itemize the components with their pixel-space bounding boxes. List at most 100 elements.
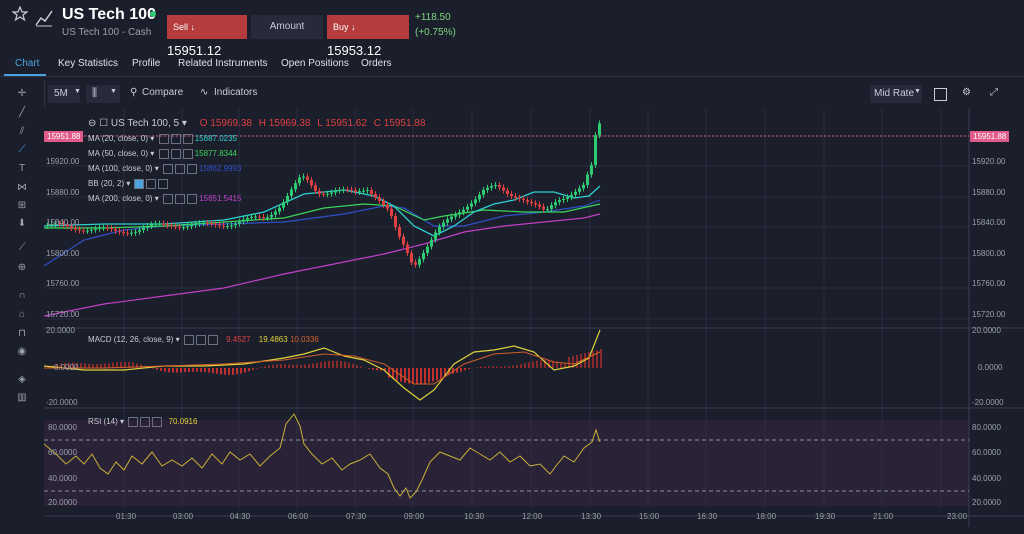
chevron-down-icon: ▼ xyxy=(74,88,81,95)
price-marker-right: 15951.88 xyxy=(970,131,1010,142)
down-arrow-icon: ↓ xyxy=(351,22,356,32)
square-icon: ☐ xyxy=(99,118,109,129)
x-label: 09:00 xyxy=(404,512,425,521)
shape-tool-icon[interactable]: ⋈ xyxy=(16,182,28,194)
tab-related-instruments[interactable]: Related Instruments xyxy=(178,58,268,69)
interval-select[interactable]: 5M ▼ xyxy=(48,85,81,103)
legend-bb[interactable]: BB (20, 2) ▾ xyxy=(88,179,169,189)
macd-y-label-left: -20.0000 xyxy=(46,398,78,407)
ruler-icon[interactable]: ⟋ xyxy=(16,242,28,254)
crosshair-icon[interactable]: ✛ xyxy=(16,88,28,100)
legend-high: H 15969.38 xyxy=(258,118,311,129)
pattern-tool-icon[interactable]: ⟋ xyxy=(16,144,28,156)
y-label-left: 15880.00 xyxy=(46,188,80,197)
sell-label: Sell xyxy=(173,22,189,32)
x-label: 15:00 xyxy=(639,512,660,521)
macd-y-label-right: -20.0000 xyxy=(972,398,1004,407)
lock-drawing-icon[interactable]: ⌂ xyxy=(16,309,28,321)
macd-y-label-right: 20.0000 xyxy=(972,326,1001,335)
macd-value-3: 10.0336 xyxy=(289,335,319,345)
trash-icon[interactable]: ▥ xyxy=(16,392,28,404)
rsi-label: RSI (14) xyxy=(88,417,118,427)
ma200-label: MA (200, close, 0) xyxy=(88,194,153,204)
tab-open-positions[interactable]: Open Positions xyxy=(281,58,349,69)
x-label: 13:30 xyxy=(581,512,602,521)
measure-tool-icon[interactable]: ⊞ xyxy=(16,200,28,212)
indicators-button[interactable]: Indicators xyxy=(214,87,257,98)
x-label: 21:00 xyxy=(873,512,894,521)
magnet-icon[interactable]: ∩ xyxy=(16,290,28,302)
ma100-value: 15862.9993 xyxy=(199,164,242,174)
legend-ma200[interactable]: MA (200, close, 0) ▾ 15851.5415 xyxy=(88,194,241,204)
macd-y-label-left: 0.0000 xyxy=(54,363,79,372)
trend-line-icon[interactable]: ╱ xyxy=(16,107,28,119)
fullscreen-icon[interactable]: ⤢ xyxy=(990,87,998,98)
legend-symbol[interactable]: US Tech 100, 5 xyxy=(111,118,179,129)
tab-key-statistics[interactable]: Key Statistics xyxy=(58,58,118,69)
layers-icon[interactable]: ◈ xyxy=(16,374,28,386)
instrument-header: US Tech 100 US Tech 100 - Cash Sell ↓ 15… xyxy=(0,0,1024,58)
zoom-icon[interactable]: ⊕ xyxy=(16,262,28,274)
screenshot-icon[interactable] xyxy=(934,88,947,101)
text-tool-icon[interactable]: T xyxy=(16,163,28,175)
y-label-left: 15720.00 xyxy=(46,310,80,319)
unlock-icon[interactable]: ⊓ xyxy=(16,328,28,340)
chart-type-select[interactable]: ⫼ ▼ xyxy=(86,85,120,103)
ma200-value: 15851.5415 xyxy=(199,194,242,204)
rsi-y-label-right: 60.0000 xyxy=(972,448,1001,457)
chevron-down-icon: ▼ xyxy=(110,88,117,95)
y-label-right: 15840.00 xyxy=(972,218,1006,227)
y-label-left: 15760.00 xyxy=(46,279,80,288)
fib-tool-icon[interactable]: ⫽ xyxy=(16,126,28,138)
y-label-right: 15880.00 xyxy=(972,188,1006,197)
legend-ma100[interactable]: MA (100, close, 0) ▾ 15862.9993 xyxy=(88,164,241,174)
legend-macd[interactable]: MACD (12, 26, close, 9) ▾ 9.4527 19.4863… xyxy=(88,335,319,345)
tab-profile[interactable]: Profile xyxy=(132,58,160,69)
macd-value-1: 9.4527 xyxy=(226,335,251,345)
market-open-indicator xyxy=(150,11,156,17)
macd-y-label-left: 20.0000 xyxy=(46,326,75,335)
sell-button[interactable]: Sell ↓ 15951.12 xyxy=(167,15,247,58)
ma50-value: 15877.8344 xyxy=(194,149,237,159)
price-marker-left: 15951.88 xyxy=(44,131,84,142)
arrow-down-icon[interactable]: ⬇ xyxy=(16,218,28,230)
chart-area[interactable]: ⊖ ☐ US Tech 100, 5 ▾ O 15969.38 H 15969.… xyxy=(44,108,1024,534)
chevron-down-icon: ▼ xyxy=(914,88,921,95)
chart-toolbar: 5M ▼ ⫼ ▼ ⚲ Compare ∿ Indicators Mid Rate… xyxy=(44,84,1024,106)
rsi-y-label-left: 80.0000 xyxy=(48,423,77,432)
collapse-icon[interactable]: ⊖ xyxy=(88,118,96,129)
x-label: 01:30 xyxy=(116,512,137,521)
gear-icon[interactable]: ⚙ xyxy=(962,87,971,98)
tab-bar: Chart Key Statistics Profile Related Ins… xyxy=(0,52,1024,77)
star-icon[interactable] xyxy=(12,6,28,22)
legend-ma50[interactable]: MA (50, close, 0) ▾ 15877.8344 xyxy=(88,149,237,159)
y-label-right: 15800.00 xyxy=(972,249,1006,258)
x-label: 04:30 xyxy=(230,512,251,521)
rsi-y-label-right: 40.0000 xyxy=(972,474,1001,483)
x-label: 12:00 xyxy=(522,512,543,521)
legend-close: C 15951.88 xyxy=(373,118,426,129)
macd-value-2: 19.4863 xyxy=(258,335,288,345)
buy-button[interactable]: Buy ↓ 15953.12 xyxy=(327,15,409,58)
buy-label: Buy xyxy=(333,22,349,32)
compare-icon: ⚲ xyxy=(130,87,138,98)
rsi-y-label-left: 60.0000 xyxy=(48,448,77,457)
eye-icon[interactable]: ◉ xyxy=(16,346,28,358)
y-label-right: 15720.00 xyxy=(972,310,1006,319)
tab-orders[interactable]: Orders xyxy=(361,58,392,69)
mid-rate-select[interactable]: Mid Rate ▼ xyxy=(870,85,922,103)
y-label-left: 15840.00 xyxy=(46,218,80,227)
y-label-left: 15800.00 xyxy=(46,249,80,258)
amount-input[interactable]: Amount xyxy=(251,15,323,39)
compare-button[interactable]: Compare xyxy=(142,87,183,98)
legend-rsi[interactable]: RSI (14) ▾ 70.0916 xyxy=(88,417,197,427)
bb-label: BB (20, 2) xyxy=(88,179,125,189)
down-arrow-icon: ↓ xyxy=(190,22,196,32)
x-label: 10:30 xyxy=(464,512,485,521)
x-label: 16:30 xyxy=(697,512,718,521)
chart-icon xyxy=(35,10,53,27)
tab-chart[interactable]: Chart xyxy=(15,58,39,69)
legend-ma20[interactable]: MA (20, close, 0) ▾ 15887.0235 xyxy=(88,134,237,144)
rsi-band xyxy=(44,420,969,506)
mid-rate-label: Mid Rate xyxy=(874,88,915,99)
